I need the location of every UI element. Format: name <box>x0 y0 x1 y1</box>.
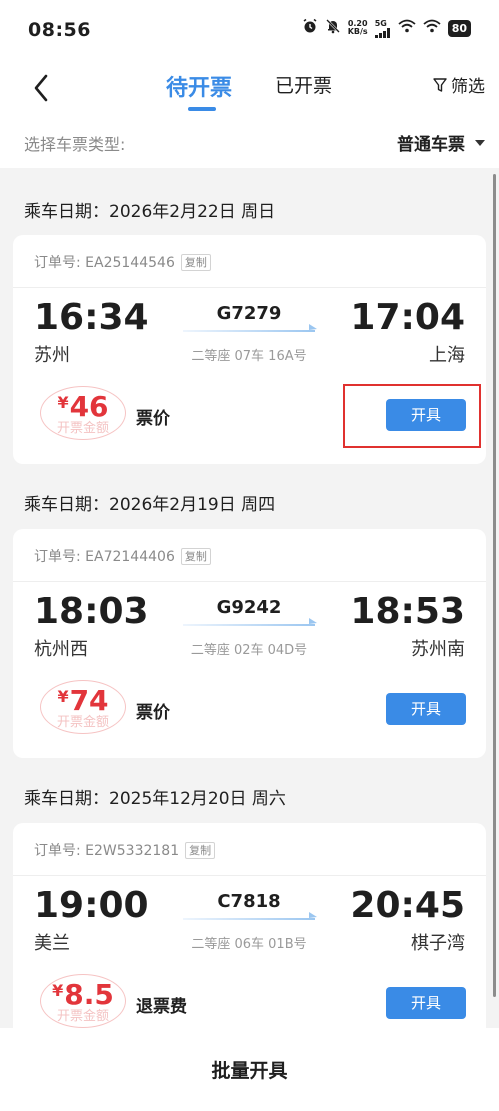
order-number-row: 订单号: E2W5332181 复制 <box>34 840 216 860</box>
filter-button[interactable]: 筛选 <box>433 72 485 97</box>
route-arrow-icon <box>183 624 315 626</box>
ticket-type-select[interactable]: 普通车票 <box>397 130 485 155</box>
back-arrow-icon[interactable] <box>28 68 56 108</box>
arrival-station: 苏州南 <box>411 639 465 660</box>
divider <box>13 287 486 288</box>
copy-button[interactable]: 复制 <box>180 547 211 565</box>
price-stamp: ¥74 开票金额 <box>40 680 126 734</box>
batch-issue-button[interactable]: 批量开具 <box>0 1056 499 1083</box>
date-header: 乘车日期：2025年12月20日 周六 <box>24 789 286 809</box>
highlight-box <box>343 384 481 448</box>
seat-info: 二等座 02车 04D号 <box>190 643 308 658</box>
copy-button[interactable]: 复制 <box>185 841 216 859</box>
route-arrow-tip <box>309 618 317 624</box>
currency-symbol: ¥ <box>52 981 64 1000</box>
arrival-station: 棋子湾 <box>411 933 465 954</box>
date-header: 乘车日期：2026年2月19日 周四 <box>24 495 276 515</box>
price-caption: 开票金额 <box>56 715 109 730</box>
issue-invoice-button[interactable]: 开具 <box>386 987 466 1019</box>
status-icons: 0.20 KB/s 5G 80 <box>302 18 471 38</box>
chevron-down-icon <box>475 139 485 146</box>
fee-type-label: 退票费 <box>136 997 187 1017</box>
ticket-type-value: 普通车票 <box>397 135 465 155</box>
seat-info: 二等座 07车 16A号 <box>191 349 307 364</box>
bottom-bar: 批量开具 <box>0 1028 499 1111</box>
price-caption: 开票金额 <box>56 421 109 436</box>
date-header: 乘车日期：2026年2月22日 周日 <box>24 202 276 222</box>
currency-symbol: ¥ <box>57 393 69 412</box>
status-bar: 08:56 0.20 KB/s 5G 80 <box>0 0 499 58</box>
net-speed-unit: KB/s <box>347 27 368 36</box>
ticket-list[interactable]: 乘车日期：2026年2月22日 周日 订单号: EA25144546 复制 16… <box>0 170 499 1028</box>
mute-bell-icon <box>325 18 341 38</box>
train-number: G7279 <box>216 303 282 324</box>
arrival-time: 20:45 <box>350 885 465 926</box>
price-stamp: ¥8.5 开票金额 <box>40 974 126 1028</box>
order-number: 订单号: EA25144546 <box>34 255 175 271</box>
scrollbar[interactable] <box>493 174 496 997</box>
seat-info: 二等座 06车 01B号 <box>191 937 307 952</box>
cell-signal-icon: 5G <box>374 18 391 38</box>
route-arrow-tip <box>309 912 317 918</box>
departure-station: 苏州 <box>34 345 70 366</box>
filter-icon <box>433 77 447 92</box>
filter-label: 筛选 <box>451 77 485 97</box>
fee-type-label: 票价 <box>136 703 170 723</box>
departure-station: 杭州西 <box>34 639 88 660</box>
order-number-row: 订单号: EA72144406 复制 <box>34 546 211 566</box>
route-arrow-icon <box>183 918 315 920</box>
alarm-icon <box>302 18 318 38</box>
ticket-type-label: 选择车票类型: <box>24 135 126 154</box>
departure-time: 16:34 <box>34 297 149 338</box>
fee-type-label: 票价 <box>136 409 170 429</box>
train-number: C7818 <box>217 891 281 912</box>
wifi-icon <box>398 19 416 37</box>
price-caption: 开票金额 <box>56 1009 109 1024</box>
order-number: 订单号: E2W5332181 <box>34 843 180 859</box>
battery-indicator: 80 <box>447 19 471 37</box>
departure-station: 美兰 <box>34 933 70 954</box>
arrival-time: 18:53 <box>350 591 465 632</box>
wifi-icon-secondary <box>423 19 441 37</box>
issue-invoice-button[interactable]: 开具 <box>386 693 466 725</box>
divider <box>13 875 486 876</box>
ticket-card: 订单号: EA72144406 复制 18:03 杭州西 G9242 二等座 0… <box>13 529 486 758</box>
tab-invoiced[interactable]: 已开票 <box>275 71 332 98</box>
departure-time: 19:00 <box>34 885 149 926</box>
nav-bar: 待开票 已开票 筛选 <box>0 58 499 120</box>
tab-active-indicator <box>188 107 216 111</box>
order-number-row: 订单号: EA25144546 复制 <box>34 252 211 272</box>
net-speed: 0.20 KB/s <box>348 20 368 36</box>
arrival-station: 上海 <box>429 345 465 366</box>
price-stamp: ¥46 开票金额 <box>40 386 126 440</box>
order-number: 订单号: EA72144406 <box>34 549 175 565</box>
network-type: 5G <box>374 18 387 28</box>
currency-symbol: ¥ <box>57 687 69 706</box>
train-number: G9242 <box>216 597 282 618</box>
tab-pending-invoice[interactable]: 待开票 <box>166 70 232 102</box>
route-arrow-icon <box>183 330 315 332</box>
ticket-card: 订单号: E2W5332181 复制 19:00 美兰 C7818 二等座 06… <box>13 823 486 1028</box>
arrival-time: 17:04 <box>350 297 465 338</box>
copy-button[interactable]: 复制 <box>180 253 211 271</box>
departure-time: 18:03 <box>34 591 149 632</box>
divider <box>13 581 486 582</box>
route-arrow-tip <box>309 324 317 330</box>
ticket-type-row: 选择车票类型: 普通车票 <box>0 120 499 168</box>
status-time: 08:56 <box>28 19 91 41</box>
